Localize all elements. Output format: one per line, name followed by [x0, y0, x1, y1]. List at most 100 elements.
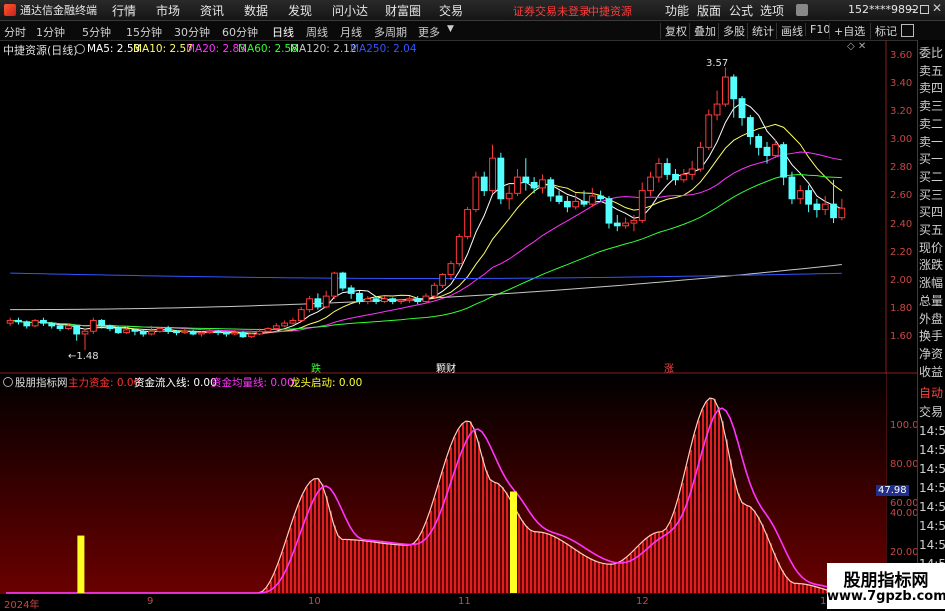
candle-body[interactable] — [780, 144, 788, 178]
candle-body[interactable] — [838, 207, 846, 219]
close-icon[interactable]: ✕ — [932, 1, 942, 15]
candle-body[interactable] — [56, 325, 64, 330]
candle-body[interactable] — [638, 190, 646, 221]
toolbar-button-mark[interactable]: 标记 — [870, 23, 901, 39]
candle-body[interactable] — [31, 319, 39, 327]
menu-item-options[interactable]: 选项 — [760, 2, 784, 19]
period-tab-multi[interactable]: 多周期 — [374, 24, 407, 40]
candle-body[interactable] — [148, 330, 155, 335]
indicator-name[interactable]: 股朋指标网 — [15, 375, 68, 390]
candle-body[interactable] — [497, 157, 505, 200]
kline-chart[interactable] — [0, 40, 918, 609]
candle-body[interactable] — [48, 322, 56, 327]
candle-body[interactable] — [314, 298, 322, 308]
candle-body[interactable] — [206, 330, 214, 334]
toolbar-button-rights[interactable]: 复权 — [660, 23, 691, 39]
period-tab-weekly[interactable]: 周线 — [306, 24, 328, 40]
candle-body[interactable] — [430, 284, 438, 297]
menu-item-layout[interactable]: 版面 — [697, 2, 721, 19]
menu-item-quotes[interactable]: 行情 — [112, 2, 136, 19]
candle-body[interactable] — [139, 330, 147, 335]
candle-body[interactable] — [73, 325, 81, 335]
candle-body[interactable] — [372, 298, 380, 303]
grid-icon[interactable] — [901, 24, 914, 37]
candle-body[interactable] — [713, 103, 721, 116]
toolbar-button-draw[interactable]: 画线 — [776, 23, 807, 39]
candle-body[interactable] — [655, 163, 663, 178]
candle-body[interactable] — [331, 272, 338, 297]
candle-body[interactable] — [397, 299, 405, 303]
candle-body[interactable] — [89, 319, 97, 332]
candle-body[interactable] — [813, 203, 821, 211]
candle-body[interactable] — [364, 298, 372, 303]
candle-body[interactable] — [114, 328, 122, 334]
candle-body[interactable] — [297, 309, 305, 321]
candle-body[interactable] — [189, 330, 197, 335]
candle-body[interactable] — [264, 328, 272, 332]
candle-body[interactable] — [306, 298, 313, 311]
candle-body[interactable] — [580, 200, 588, 205]
candle-body[interactable] — [15, 319, 22, 323]
candle-body[interactable] — [647, 176, 654, 192]
menu-item-formula[interactable]: 公式 — [729, 2, 753, 19]
candle-body[interactable] — [381, 298, 388, 303]
candle-body[interactable] — [830, 203, 837, 219]
candle-body[interactable] — [530, 182, 538, 189]
candle-body[interactable] — [522, 176, 530, 184]
candle-body[interactable] — [131, 329, 139, 332]
candle-body[interactable] — [455, 236, 463, 265]
candle-body[interactable] — [788, 176, 796, 200]
period-tab-15min[interactable]: 15分钟 — [126, 24, 162, 40]
candle-body[interactable] — [805, 190, 812, 205]
candle-body[interactable] — [256, 330, 264, 335]
toolbar-button-add-watch[interactable]: +自选 — [829, 23, 869, 39]
candle-body[interactable] — [23, 321, 31, 327]
menu-item-data[interactable]: 数据 — [244, 2, 268, 19]
candle-body[interactable] — [405, 298, 413, 301]
indicator-settings-icon[interactable] — [3, 377, 13, 387]
period-tab-30min[interactable]: 30分钟 — [174, 24, 210, 40]
candle-body[interactable] — [563, 200, 571, 208]
candle-body[interactable] — [672, 173, 679, 181]
candle-body[interactable] — [472, 176, 480, 211]
candle-body[interactable] — [505, 192, 513, 200]
period-tab-60min[interactable]: 60分钟 — [222, 24, 258, 40]
chevron-down-icon[interactable]: ▼ — [447, 24, 454, 34]
candle-body[interactable] — [613, 222, 621, 227]
menu-item-news[interactable]: 资讯 — [200, 2, 224, 19]
maximize-icon[interactable] — [920, 5, 929, 14]
candle-body[interactable] — [64, 325, 72, 330]
menu-item-function[interactable]: 功能 — [665, 2, 689, 19]
candle-body[interactable] — [796, 190, 804, 200]
candle-body[interactable] — [281, 322, 289, 327]
candle-body[interactable] — [222, 332, 230, 335]
candle-body[interactable] — [630, 219, 638, 224]
candle-body[interactable] — [6, 319, 14, 324]
candle-body[interactable] — [198, 332, 205, 335]
candle-body[interactable] — [755, 136, 763, 148]
login-warning[interactable]: 证券交易未登录 — [513, 3, 590, 19]
candle-body[interactable] — [697, 146, 704, 170]
period-tab-5min[interactable]: 5分钟 — [82, 24, 111, 40]
user-icon[interactable] — [796, 4, 808, 16]
menu-item-market[interactable]: 市场 — [156, 2, 180, 19]
candle-body[interactable] — [688, 168, 696, 175]
candle-body[interactable] — [730, 76, 738, 100]
candle-body[interactable] — [514, 176, 521, 194]
period-tab-1min[interactable]: 1分钟 — [36, 24, 65, 40]
period-tab-monthly[interactable]: 月线 — [340, 24, 362, 40]
candle-body[interactable] — [181, 330, 189, 334]
candle-body[interactable] — [597, 195, 605, 200]
candle-body[interactable] — [98, 319, 106, 327]
toolbar-button-multistock[interactable]: 多股 — [718, 23, 749, 39]
candle-body[interactable] — [173, 330, 180, 334]
candle-body[interactable] — [40, 319, 47, 324]
candle-body[interactable] — [231, 332, 239, 335]
candle-body[interactable] — [622, 222, 630, 227]
menu-item-trade[interactable]: 交易 — [439, 2, 463, 19]
minimize-icon[interactable] — [907, 9, 915, 10]
period-tab-daily[interactable]: 日线 — [272, 24, 294, 40]
candle-body[interactable] — [414, 298, 422, 303]
candle-body[interactable] — [156, 328, 164, 332]
candle-body[interactable] — [746, 117, 754, 138]
